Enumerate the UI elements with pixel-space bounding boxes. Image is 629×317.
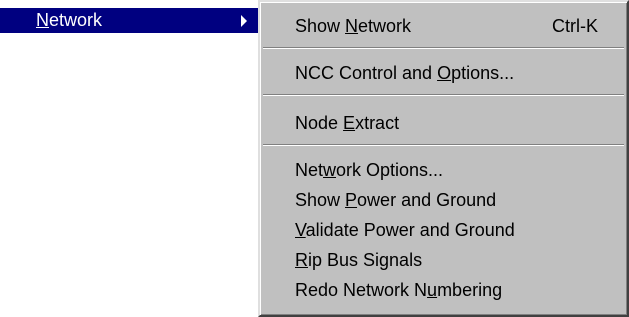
menu-item-show-network[interactable]: Show Network Ctrl-K [260, 14, 627, 38]
menu-item-ncc-control-options-label: NCC Control and Options... [295, 63, 515, 83]
menu-item-node-extract-label: Node Extract [295, 113, 400, 133]
menu-item-network-options[interactable]: Network Options... [260, 158, 627, 182]
menu-item-show-network-shortcut: Ctrl-K [552, 16, 598, 36]
menu-item-validate-power-ground-label: Validate Power and Ground [295, 220, 515, 240]
menu-item-redo-network-numbering-label: Redo Network Numbering [295, 280, 503, 300]
menu-item-redo-network-numbering[interactable]: Redo Network Numbering [260, 278, 627, 302]
triangle-right-icon [241, 15, 247, 27]
menu-separator [263, 94, 624, 96]
menu-item-network-label: Network [36, 10, 103, 30]
menu-item-show-power-ground[interactable]: Show Power and Ground [260, 188, 627, 212]
menu-item-network[interactable]: Network [0, 8, 258, 33]
menu-separator [263, 47, 624, 49]
menu-item-show-network-label: Show Network [295, 16, 412, 36]
menu-item-ncc-control-options[interactable]: NCC Control and Options... [260, 61, 627, 85]
menu-separator [263, 144, 624, 146]
menu-item-network-options-label: Network Options... [295, 160, 444, 180]
menu-item-node-extract[interactable]: Node Extract [260, 111, 627, 135]
menu-item-rip-bus-signals[interactable]: Rip Bus Signals [260, 248, 627, 272]
menu-item-validate-power-ground[interactable]: Validate Power and Ground [260, 218, 627, 242]
menu-item-show-power-ground-label: Show Power and Ground [295, 190, 497, 210]
menu-item-rip-bus-signals-label: Rip Bus Signals [295, 250, 423, 270]
network-submenu: Show Network Ctrl-K NCC Control and Opti… [258, 0, 629, 317]
